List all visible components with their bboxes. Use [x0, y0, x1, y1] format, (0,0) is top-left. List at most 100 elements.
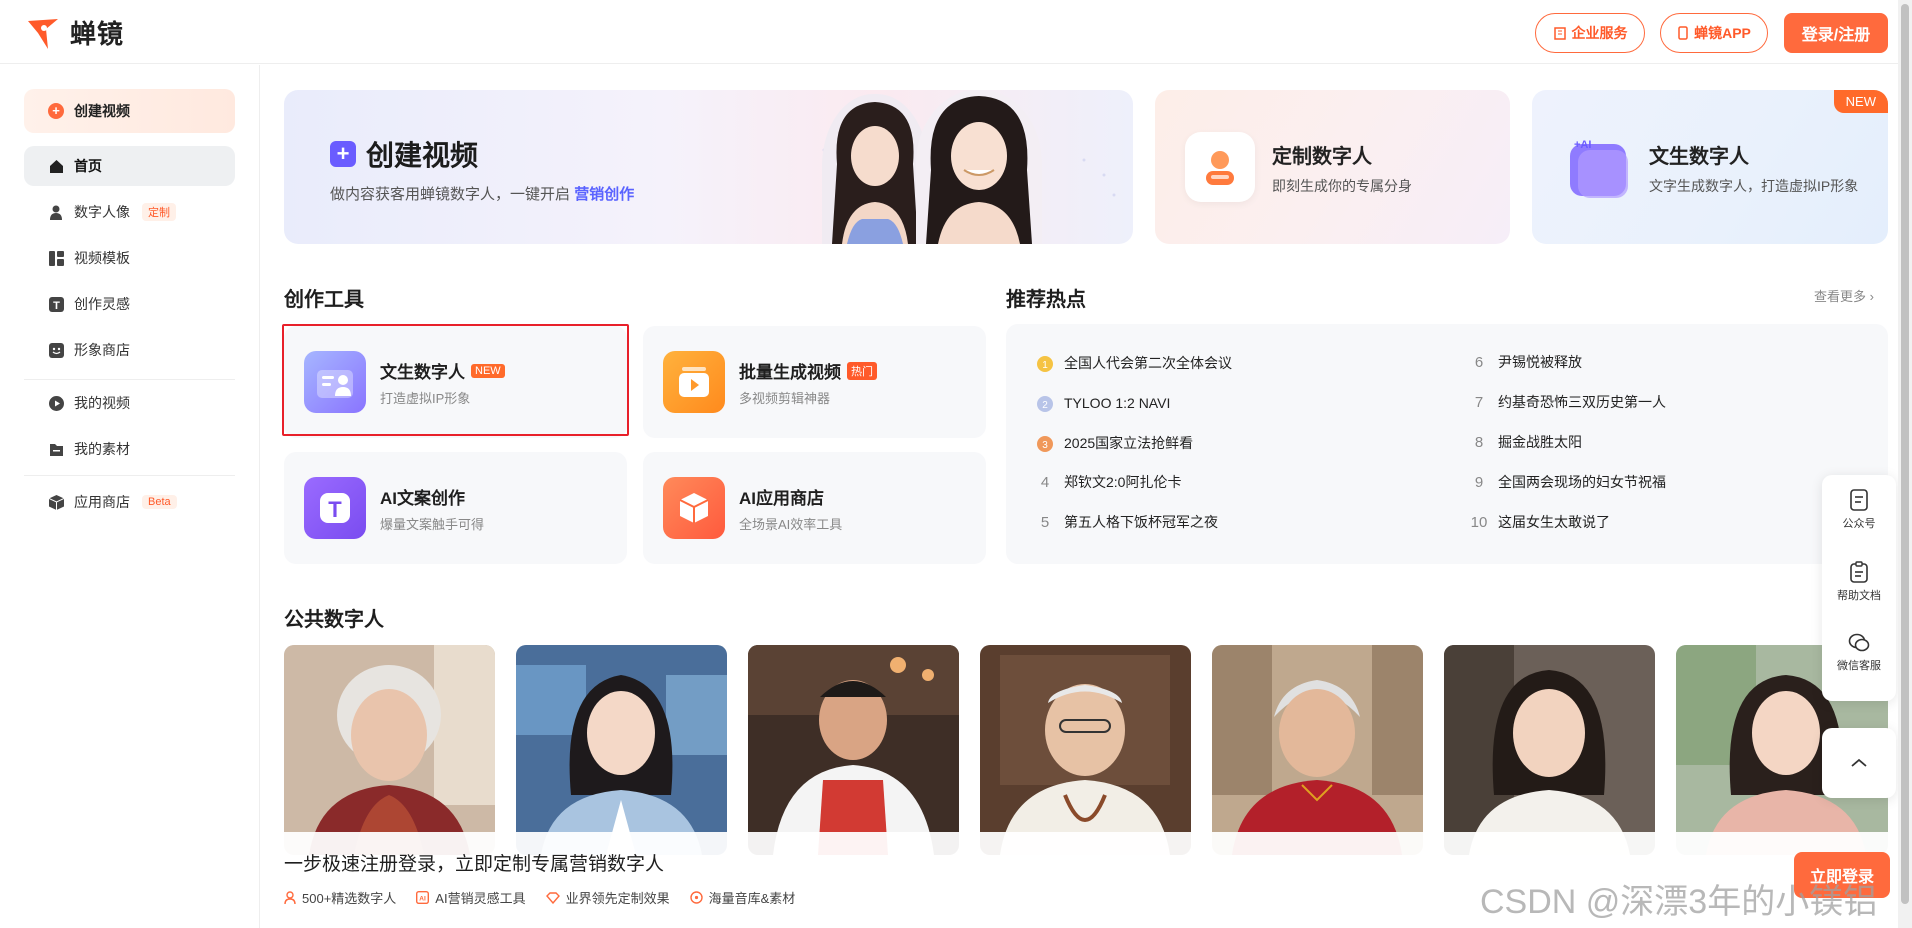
hot-item-text: 第五人格下饭杯冠军之夜	[1064, 514, 1218, 530]
sidebar-item-app-store[interactable]: 应用商店 Beta	[24, 482, 235, 522]
hot-item[interactable]: 1 全国人代会第二次全体会议	[1036, 352, 1232, 374]
svg-text:AI: AI	[420, 896, 427, 903]
sidebar-divider	[24, 475, 235, 476]
sidebar-item-my-materials[interactable]: 我的素材	[24, 429, 235, 469]
person-outline-icon	[284, 891, 296, 904]
text-to-avatar-subtitle: 文字生成数字人，打造虚拟IP形象	[1649, 178, 1859, 194]
hot-item[interactable]: 4 郑钦文2:0阿扎伦卡	[1036, 472, 1182, 492]
chat-bubble-icon	[1848, 633, 1870, 652]
float-item-help-docs[interactable]: 帮助文档	[1822, 561, 1896, 603]
back-to-top-button[interactable]	[1822, 728, 1896, 798]
sidebar-item-digital-avatar[interactable]: 数字人像 定制	[24, 192, 235, 232]
hot-item-text: 约基奇恐怖三双历史第一人	[1498, 394, 1666, 410]
sidebar-create-video[interactable]: + 创建视频	[24, 89, 235, 133]
app-download-label: 蝉镜APP	[1694, 25, 1751, 41]
cube-icon	[48, 494, 64, 510]
hot-item[interactable]: 2 TYLOO 1:2 NAVI	[1036, 392, 1170, 414]
csdn-watermark: CSDN @深漂3年的小镁铝	[1480, 883, 1878, 921]
hot-item-text: 掘金战胜太阳	[1498, 434, 1582, 450]
public-avatar-card[interactable]	[284, 645, 495, 855]
sidebar-item-avatar-store[interactable]: 形象商店	[24, 330, 235, 370]
tool-title-text: AI文案创作	[380, 489, 465, 508]
public-avatar-card[interactable]	[1444, 645, 1655, 855]
tool-ai-copywriting[interactable]: T AI文案创作 爆量文案触手可得	[284, 452, 627, 564]
app-download-button[interactable]: 蝉镜APP	[1660, 13, 1768, 53]
new-corner-badge: NEW	[1833, 90, 1888, 113]
hot-topics-list: 1 全国人代会第二次全体会议 2 TYLOO 1:2 NAVI 3 2025国家…	[1006, 324, 1888, 564]
text-to-avatar-title: 文生数字人	[1649, 146, 1749, 168]
custom-tag: 定制	[142, 203, 176, 221]
sidebar-item-label: 创作灵感	[74, 296, 130, 312]
marketing-creation-link[interactable]: 营销创作	[574, 186, 634, 203]
banner-subtitle: 做内容获客用蝉镜数字人，一键开启 营销创作	[330, 183, 634, 204]
feature-label: 业界领先定制效果	[565, 891, 670, 906]
text-to-avatar-card[interactable]: NEW +AI 文生数字人 文字生成数字人，打造虚拟IP形象	[1532, 90, 1888, 244]
plus-icon: +	[330, 141, 356, 167]
sidebar-item-label: 首页	[74, 158, 102, 174]
scrollbar-thumb[interactable]	[1901, 4, 1909, 904]
feature-item: 500+精选数字人	[284, 888, 396, 907]
public-avatar-card[interactable]	[516, 645, 727, 855]
bronze-medal-icon: 3	[1037, 436, 1053, 452]
enterprise-service-button[interactable]: 企业服务	[1535, 13, 1645, 53]
tool-title: AI文案创作	[380, 484, 465, 509]
hot-item-rank: 5	[1040, 513, 1050, 531]
custom-avatar-icon	[1185, 132, 1255, 202]
tool-text-to-avatar[interactable]: 文生数字人 NEW 打造虚拟IP形象	[284, 326, 627, 438]
float-item-wechat-support[interactable]: 微信客服	[1822, 633, 1896, 673]
hot-item[interactable]: 7 约基奇恐怖三双历史第一人	[1470, 392, 1666, 412]
hot-item[interactable]: 5 第五人格下饭杯冠军之夜	[1036, 512, 1218, 532]
sidebar-item-video-templates[interactable]: 视频模板	[24, 238, 235, 278]
public-avatar-card[interactable]	[748, 645, 959, 855]
tool-title-text: 文生数字人	[380, 363, 465, 382]
hot-item-text: 全国两会现场的妇女节祝福	[1498, 474, 1666, 490]
float-item-label: 帮助文档	[1837, 590, 1881, 602]
logo-icon	[28, 18, 58, 49]
svg-text:3: 3	[1042, 440, 1048, 451]
template-icon	[48, 250, 64, 266]
login-register-button[interactable]: 登录/注册	[1784, 13, 1888, 53]
beta-tag: Beta	[142, 495, 177, 509]
building-icon	[1553, 27, 1566, 40]
sidebar-item-home[interactable]: 首页	[24, 146, 235, 186]
create-video-banner[interactable]: + 创建视频 做内容获客用蝉镜数字人，一键开启 营销创作	[284, 90, 1133, 244]
hot-item-rank: 7	[1474, 393, 1484, 411]
hot-item[interactable]: 10 这届女生太敢说了	[1470, 512, 1610, 532]
sidebar-item-label: 我的视频	[74, 395, 130, 411]
new-badge: NEW	[471, 363, 505, 378]
hot-item-text: 2025国家立法抢鲜看	[1064, 435, 1194, 451]
hot-item-text: 这届女生太敢说了	[1498, 514, 1610, 530]
top-header: 蝉镜 企业服务 蝉镜APP 登录/注册	[0, 0, 1912, 64]
sidebar-item-my-videos[interactable]: 我的视频	[24, 383, 235, 423]
tool-subtitle: 爆量文案触手可得	[380, 517, 485, 532]
tool-title: 批量生成视频 热门	[739, 358, 877, 383]
hot-item[interactable]: 9 全国两会现场的妇女节祝福	[1470, 472, 1666, 492]
person-icon	[48, 204, 64, 220]
plus-icon: +	[48, 103, 64, 119]
float-item-official-account[interactable]: 公众号	[1822, 489, 1896, 531]
play-icon	[48, 395, 64, 411]
view-more-link[interactable]: 查看更多 ›	[1814, 286, 1874, 305]
logo[interactable]: 蝉镜	[24, 14, 124, 51]
hot-item[interactable]: 3 2025国家立法抢鲜看	[1036, 432, 1193, 454]
register-features: 500+精选数字人 AI AI营销灵感工具 业界领先定制效果 海量音库&素材	[284, 888, 795, 907]
phone-icon	[1678, 26, 1688, 40]
register-promo-title: 一步极速注册登录，立即定制专属营销数字人	[284, 854, 665, 875]
public-avatar-card[interactable]	[980, 645, 1191, 855]
tool-title: 文生数字人 NEW	[380, 358, 505, 383]
banner-title-text: 创建视频	[366, 140, 479, 171]
hot-item[interactable]: 6 尹锡悦被释放	[1470, 352, 1582, 372]
tool-batch-video[interactable]: 批量生成视频 热门 多视频剪辑神器	[643, 326, 986, 438]
custom-avatar-card[interactable]: 定制数字人 即刻生成你的专属分身	[1155, 90, 1510, 244]
sidebar: + 创建视频 首页 数字人像 定制 视频模板 T 创作灵感 形象商店 我的视频 …	[0, 65, 260, 928]
svg-text:T: T	[328, 497, 342, 522]
document-icon	[1850, 489, 1868, 511]
sidebar-item-inspiration[interactable]: T 创作灵感	[24, 284, 235, 324]
hot-item[interactable]: 8 掘金战胜太阳	[1470, 432, 1582, 452]
feature-label: 海量音库&素材	[708, 891, 796, 906]
public-avatar-card[interactable]	[1212, 645, 1423, 855]
app-name: 蝉镜	[70, 19, 125, 49]
diamond-icon	[545, 891, 560, 904]
tool-ai-app-store[interactable]: AI应用商店 全场景AI效率工具	[643, 452, 986, 564]
feature-label: AI营销灵感工具	[435, 891, 526, 906]
